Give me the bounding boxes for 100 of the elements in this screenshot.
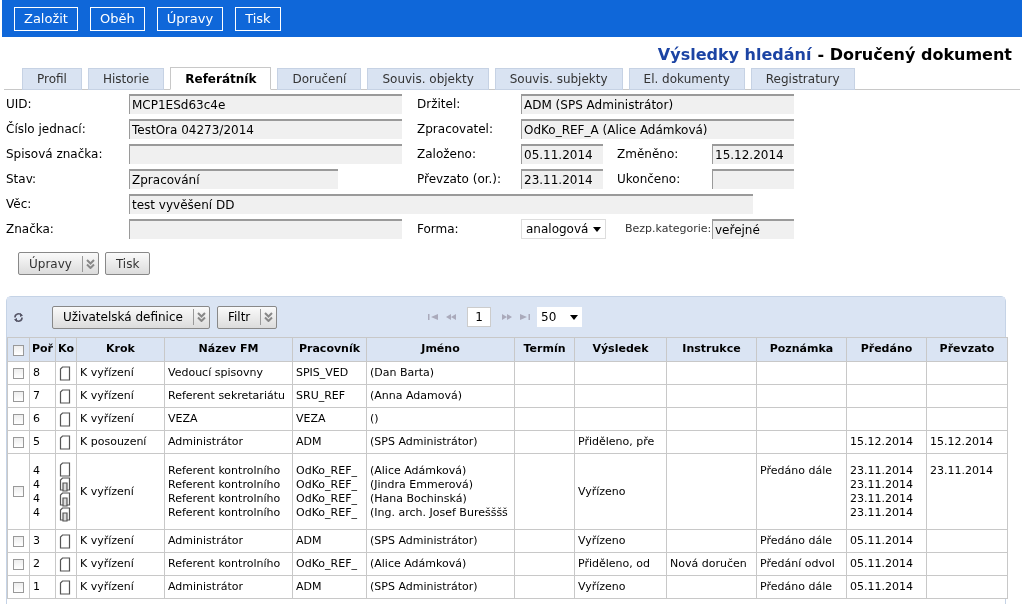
toolbar-button[interactable]: Tisk <box>235 6 281 31</box>
tab[interactable]: Registratury <box>750 68 855 90</box>
table-cell: K vyřízení <box>80 484 134 498</box>
document-icon[interactable] <box>59 388 71 404</box>
page-field[interactable]: 1 <box>467 307 491 327</box>
table-cell: Předáno dále <box>760 580 832 593</box>
table-cell-text: 23.11.2014 <box>850 464 914 478</box>
field-label: Zpracovatel: <box>417 121 494 138</box>
table-cell: K vyřízení <box>80 412 134 425</box>
first-page-icon[interactable] <box>427 313 439 321</box>
table-cell-text: ADM <box>296 580 323 594</box>
table-cell-text: 23.11.2014 <box>850 506 914 520</box>
column-header[interactable]: Pracovník <box>292 337 367 362</box>
input-field[interactable] <box>129 144 402 164</box>
field-label: Forma: <box>417 221 460 238</box>
menu-button[interactable]: Filtr <box>216 305 278 329</box>
tab[interactable]: Historie <box>87 68 165 90</box>
table-cell-text: (Ing. arch. Josef Burešššš <box>370 505 509 520</box>
column-header[interactable]: Výsledek <box>574 337 667 362</box>
tab[interactable]: Referátník <box>170 67 272 90</box>
input-field[interactable]: 15.12.2014 <box>712 144 794 164</box>
select-field[interactable]: analogová <box>521 219 606 239</box>
input-field[interactable]: OdKo_REF_A (Alice Adámková) <box>521 119 794 139</box>
table-cell-text: Referent kontrolního <box>168 491 282 506</box>
checkbox[interactable] <box>13 581 24 593</box>
table-cell-text: OdKo_REF_ <box>296 463 358 478</box>
tab[interactable]: Doručení <box>277 68 362 90</box>
input-field[interactable]: veřejné <box>712 219 794 239</box>
input-field[interactable]: 23.11.2014 <box>521 169 603 189</box>
table-cell-text: Administrátor <box>168 534 244 548</box>
checkbox[interactable] <box>13 558 24 570</box>
table-cell: K posouzení <box>80 435 147 448</box>
table-cell-text: OdKo_REF_ <box>296 557 358 571</box>
next-page-icon[interactable] <box>501 313 513 321</box>
checkbox[interactable] <box>13 535 24 547</box>
toolbar-button[interactable]: Úpravy <box>156 6 224 31</box>
input-field[interactable]: test vyvěšení DD <box>129 194 753 214</box>
document-icon[interactable] <box>59 365 71 381</box>
table-cell: Nová doručen <box>670 557 747 570</box>
page-size-select[interactable]: 50 <box>537 307 582 327</box>
table-cell-text: Vedoucí spisovny <box>168 366 264 380</box>
column-header[interactable]: Jméno <box>366 337 515 362</box>
button[interactable]: Tisk <box>104 252 151 275</box>
checkbox[interactable] <box>13 413 24 425</box>
table-cell-text: VEZA <box>296 412 327 426</box>
column-header[interactable]: Název FM <box>164 337 293 362</box>
table-cell-text: (SPS Administrátor) <box>370 580 479 594</box>
toolbar-button[interactable]: Oběh <box>90 6 145 31</box>
tab[interactable]: Souvis. objekty <box>367 68 489 90</box>
toolbar-button[interactable]: Založit <box>14 6 78 31</box>
input-field[interactable] <box>712 169 794 189</box>
menu-button[interactable]: Uživatelská definice <box>52 305 210 329</box>
input-field[interactable]: 05.11.2014 <box>521 144 603 164</box>
tab[interactable]: Profil <box>22 68 82 90</box>
table-cell-text: 23.11.2014 <box>850 492 914 506</box>
last-page-icon[interactable] <box>519 313 531 321</box>
documents-icon[interactable] <box>59 476 71 492</box>
table-cell-text: 23.11.2014 <box>850 478 914 492</box>
column-header[interactable]: Poř <box>29 337 56 362</box>
column-header[interactable]: Instrukce <box>666 337 757 362</box>
document-icon[interactable] <box>59 533 71 549</box>
input-field[interactable]: ADM (SPS Administrátor) <box>521 94 794 114</box>
documents-icon[interactable] <box>59 506 71 522</box>
documents-icon[interactable] <box>59 491 71 507</box>
checkbox[interactable] <box>13 367 24 379</box>
field-label: Značka: <box>6 221 55 238</box>
tab[interactable]: El. dokumenty <box>628 68 745 90</box>
table-cell-text: Referent kontrolního <box>168 505 282 520</box>
column-header[interactable]: Předáno <box>846 337 927 362</box>
checkbox[interactable] <box>13 436 24 448</box>
breadcrumb-link[interactable]: Výsledky hledání <box>657 43 812 67</box>
menu-button[interactable]: Úpravy <box>18 252 99 275</box>
previous-page-icon[interactable] <box>445 313 457 321</box>
table-cell-text: (Alice Adámková) <box>370 557 468 571</box>
document-icon[interactable] <box>59 556 71 572</box>
checkbox[interactable] <box>13 390 24 402</box>
input-field[interactable]: TestOra 04273/2014 <box>129 119 402 139</box>
refresh-icon[interactable] <box>13 311 24 323</box>
document-icon[interactable] <box>59 461 71 477</box>
column-header[interactable]: Krok <box>76 337 165 362</box>
table-cell-text: SRU_REF <box>296 389 347 403</box>
document-icon[interactable] <box>59 434 71 450</box>
tab[interactable]: Souvis. subjekty <box>494 68 623 90</box>
column-header[interactable]: Poznámka <box>756 337 847 362</box>
input-field[interactable] <box>129 219 402 239</box>
document-icon[interactable] <box>59 411 71 427</box>
page-title: - Doručený dokument <box>817 44 1012 66</box>
column-header[interactable]: Ko <box>55 337 77 362</box>
input-field[interactable]: MCP1ESd63c4e <box>129 94 402 114</box>
column-header[interactable]: Převzato <box>926 337 1008 362</box>
input-field[interactable]: Zpracování <box>129 169 338 189</box>
checkbox[interactable] <box>13 486 24 497</box>
table-cell-text: 4 <box>33 505 41 520</box>
table-cell-text: (Hana Bochinská) <box>370 491 468 506</box>
checkbox[interactable] <box>13 344 24 356</box>
table-cell-text: SPIS_VED <box>296 366 350 380</box>
table-cell: 23.11.2014 <box>930 464 993 477</box>
table-cell: Přiděleno, od <box>578 557 650 570</box>
column-header[interactable]: Termín <box>514 337 575 362</box>
document-icon[interactable] <box>59 579 71 595</box>
